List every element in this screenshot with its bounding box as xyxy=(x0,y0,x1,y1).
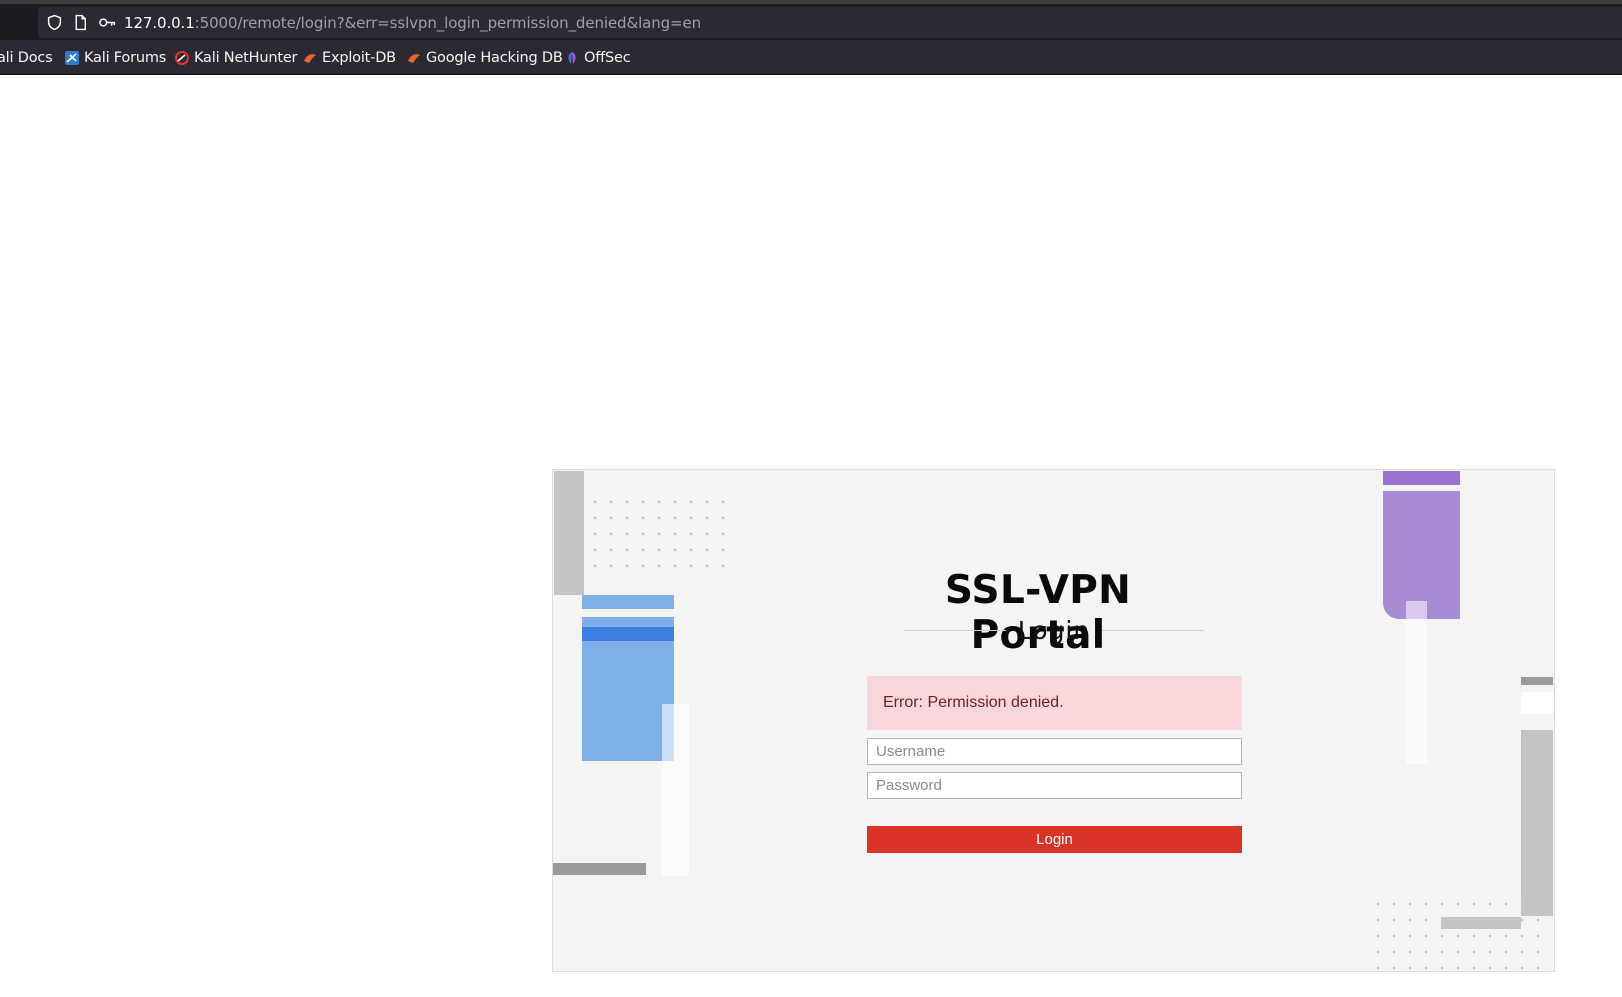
browser-toolbar: 127.0.0.1:5000/remote/login?&err=sslvpn_… xyxy=(0,0,1622,40)
subtitle-row: Login xyxy=(904,612,1205,648)
decor-purple-strip xyxy=(1383,471,1460,485)
url-text[interactable]: 127.0.0.1:5000/remote/login?&err=sslvpn_… xyxy=(124,14,701,32)
decor-gray-bar xyxy=(554,471,584,595)
error-alert: Error: Permission denied. xyxy=(867,676,1242,730)
kali-forums-icon xyxy=(65,51,79,65)
exploit-db-icon xyxy=(304,54,316,63)
bookmark-label: Kali NetHunter xyxy=(194,50,298,66)
address-bar[interactable]: 127.0.0.1:5000/remote/login?&err=sslvpn_… xyxy=(38,7,1622,38)
decor-blue-band xyxy=(582,627,674,641)
subtitle-divider-right xyxy=(1102,629,1205,631)
shield-icon[interactable] xyxy=(46,14,63,31)
decor-dot-grid-right xyxy=(1370,896,1550,970)
decor-gray-tick xyxy=(1521,677,1553,685)
bookmark-label: ali Docs xyxy=(0,50,53,66)
decor-blue-strip xyxy=(582,595,674,609)
decor-purple-block xyxy=(1383,491,1460,619)
decor-gray-strip-right xyxy=(1441,917,1521,929)
key-icon[interactable] xyxy=(98,14,117,31)
login-button[interactable]: Login xyxy=(867,826,1242,853)
username-input[interactable] xyxy=(867,738,1242,765)
bookmarks-toolbar: ali Docs Kali Forums Kali NetHunter Expl… xyxy=(0,40,1622,75)
page-subtitle: Login xyxy=(1017,615,1091,645)
decor-dot-grid xyxy=(587,494,727,570)
kali-nethunter-icon xyxy=(175,51,189,65)
bookmark-kali-docs[interactable]: ali Docs xyxy=(0,49,53,67)
bookmark-offsec[interactable]: OffSec xyxy=(565,49,631,67)
bookmark-google-hacking-db[interactable]: Google Hacking DB xyxy=(407,49,563,67)
url-path: :5000/remote/login?&err=sslvpn_login_per… xyxy=(194,14,702,32)
offsec-icon xyxy=(568,52,576,64)
decor-gray-strip xyxy=(553,863,646,875)
bookmark-exploit-db[interactable]: Exploit-DB xyxy=(303,49,396,67)
tab-strip-edge xyxy=(0,0,1622,4)
bookmark-label: Exploit-DB xyxy=(322,50,396,66)
password-input[interactable] xyxy=(867,772,1242,799)
decor-gray-column xyxy=(1521,730,1553,916)
page-icon[interactable] xyxy=(72,14,89,31)
login-panel: SSL-VPN Portal Login Error: Permission d… xyxy=(552,469,1555,972)
url-host: 127.0.0.1 xyxy=(124,14,195,32)
subtitle-divider-left xyxy=(904,629,1006,631)
decor-white-tick xyxy=(1521,692,1553,714)
bookmark-kali-nethunter[interactable]: Kali NetHunter xyxy=(175,49,298,67)
bookmark-label: Kali Forums xyxy=(84,50,167,66)
google-hacking-db-icon xyxy=(408,54,420,63)
decor-white-bar-right xyxy=(1406,601,1427,764)
decor-white-bar xyxy=(662,704,689,876)
error-message: Error: Permission denied. xyxy=(883,694,1064,711)
bookmark-label: OffSec xyxy=(584,50,631,66)
bookmark-label: Google Hacking DB xyxy=(426,50,563,66)
bookmark-kali-forums[interactable]: Kali Forums xyxy=(65,49,166,67)
